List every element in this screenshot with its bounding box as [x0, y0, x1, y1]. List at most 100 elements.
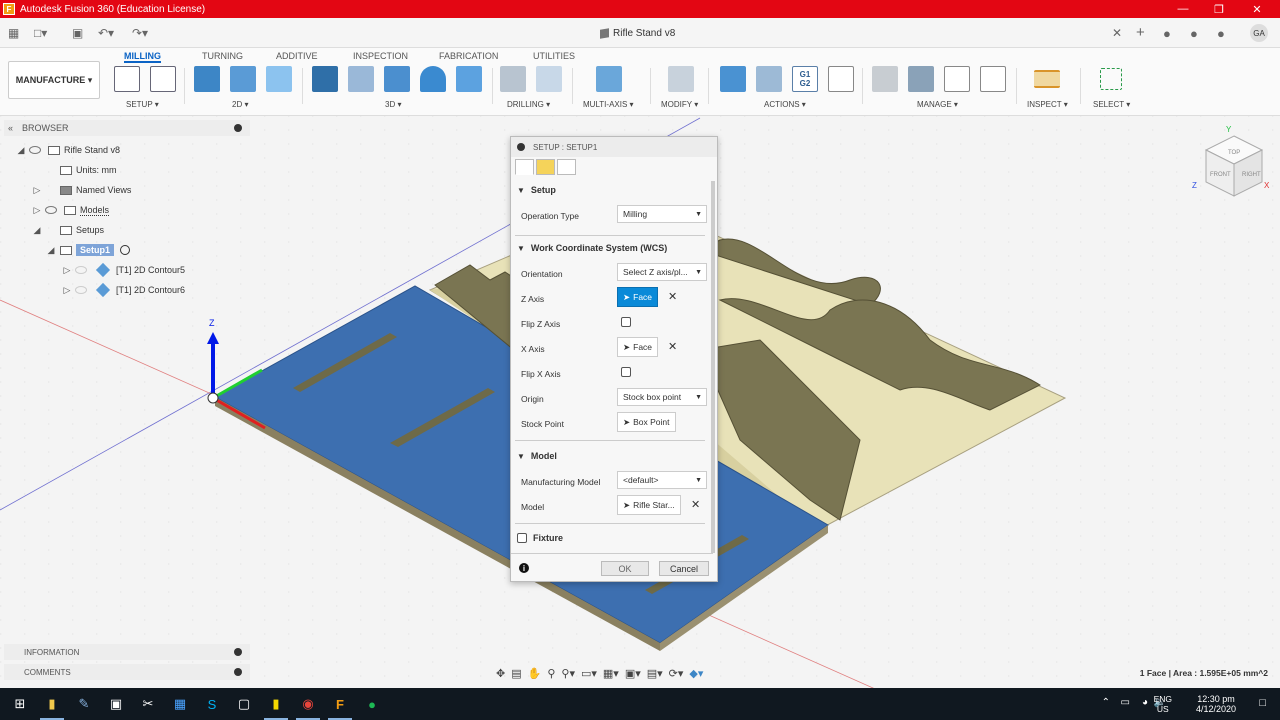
close-window-button[interactable]: ✕	[1240, 0, 1274, 18]
template-library-icon[interactable]	[944, 66, 970, 92]
pan-icon[interactable]: ✋	[528, 667, 542, 680]
expand-icon[interactable]: ▷	[62, 265, 72, 276]
tab-additive[interactable]: ADDITIVE	[276, 49, 318, 63]
dialog-scrollbar[interactable]	[711, 181, 715, 553]
post-process-icon[interactable]: G1 G2	[792, 66, 818, 92]
tree-item-models[interactable]: ▷ Models	[32, 202, 110, 218]
zoom-icon[interactable]: ⚲	[547, 667, 555, 680]
skype-icon[interactable]: S	[198, 692, 226, 716]
section-model[interactable]: ▼ Model	[517, 451, 557, 461]
manufacturing-model-select[interactable]: <default> ▼	[617, 471, 707, 489]
nc-program-icon[interactable]	[150, 66, 176, 92]
face-icon[interactable]	[266, 66, 292, 92]
measure-icon[interactable]	[1034, 70, 1060, 88]
viewcube[interactable]: TOP FRONT RIGHT Y Z X	[1192, 125, 1276, 210]
comments-expand-icon[interactable]	[234, 668, 242, 676]
tab-inspection[interactable]: INSPECTION	[353, 49, 408, 63]
stock-point-selector[interactable]: ➤ Box Point	[617, 412, 676, 432]
expand-icon[interactable]: ▷	[62, 285, 72, 296]
group-modify[interactable]: MODIFY ▾	[661, 100, 698, 109]
viewports-icon[interactable]: ▣▾	[625, 667, 641, 680]
restore-button[interactable]: ❐	[1202, 0, 1236, 18]
setup-tab-icon[interactable]	[515, 159, 534, 175]
dialog-collapse-icon[interactable]	[517, 143, 525, 151]
expand-icon[interactable]: ▷	[32, 205, 42, 216]
setup-folder-icon[interactable]	[114, 66, 140, 92]
visibility-eye-icon[interactable]	[75, 286, 87, 294]
triad-origin[interactable]	[207, 392, 219, 404]
tree-item-contour6[interactable]: ▷ [T1] 2D Contour6	[62, 282, 185, 298]
undo-icon[interactable]: ↶▾	[98, 26, 114, 40]
battery-icon[interactable]: ▭	[1121, 697, 1130, 708]
origin-select[interactable]: Stock box point ▼	[617, 388, 707, 406]
fusion-taskbar-icon[interactable]: F	[326, 692, 354, 720]
activate-setup-icon[interactable]	[120, 245, 131, 255]
tree-item-contour5[interactable]: ▷ [T1] 2D Contour5	[62, 262, 185, 278]
clear-z-axis-button[interactable]: ✕	[668, 290, 677, 303]
job-status-icon[interactable]: ●	[1163, 26, 1171, 41]
information-panel[interactable]: INFORMATION	[4, 644, 250, 660]
visibility-eye-icon[interactable]	[29, 146, 41, 154]
flip-x-checkbox[interactable]	[621, 367, 631, 377]
ok-button[interactable]: OK	[601, 561, 649, 576]
group-3d[interactable]: 3D ▾	[385, 100, 401, 109]
contour-3d-icon[interactable]	[456, 66, 482, 92]
section-fixture[interactable]: Fixture	[517, 533, 563, 543]
start-button-icon[interactable]: ⊞	[6, 692, 34, 716]
fit-icon[interactable]: ⚲▾	[561, 667, 575, 680]
group-select[interactable]: SELECT ▾	[1093, 100, 1130, 109]
2d-pocket-icon[interactable]	[230, 66, 256, 92]
display-settings-icon[interactable]: ▭▾	[581, 667, 597, 680]
group-2d[interactable]: 2D ▾	[232, 100, 248, 109]
redo-icon[interactable]: ↷▾	[132, 26, 148, 40]
visibility-eye-icon[interactable]	[75, 266, 87, 274]
operation-type-select[interactable]: Milling ▼	[617, 205, 707, 223]
group-actions[interactable]: ACTIONS ▾	[764, 100, 806, 109]
spotify-icon[interactable]: ●	[358, 692, 386, 716]
notifications-icon[interactable]: ●	[1190, 26, 1198, 41]
tree-item-named-views[interactable]: ▷ Named Views	[32, 182, 132, 198]
steep-shallow-icon[interactable]	[384, 66, 410, 92]
minimize-button[interactable]: —	[1166, 0, 1200, 18]
tree-item-setups[interactable]: ◢ Setups	[32, 222, 105, 238]
group-setup[interactable]: SETUP ▾	[126, 100, 159, 109]
tray-overflow-icon[interactable]: ⌃	[1102, 697, 1110, 708]
z-axis-face-selector[interactable]: ➤ Face	[617, 287, 659, 307]
grid-settings-icon[interactable]: ▦▾	[603, 667, 619, 680]
stock-tab-icon[interactable]	[536, 159, 555, 175]
simulate-machine-icon[interactable]	[756, 66, 782, 92]
chrome-icon[interactable]: ◉	[294, 692, 322, 720]
help-icon[interactable]: ●	[1217, 26, 1225, 41]
notes-app-icon[interactable]: ✎	[70, 692, 98, 716]
browser-header[interactable]: « BROWSER	[4, 120, 250, 136]
x-axis-face-selector[interactable]: ➤ Face	[617, 337, 659, 357]
windows-store-icon[interactable]: ▢	[230, 692, 258, 716]
group-manage[interactable]: MANAGE ▾	[917, 100, 958, 109]
simulate-icon[interactable]	[720, 66, 746, 92]
wifi-icon[interactable]: ◕	[1142, 697, 1148, 708]
orbit-icon[interactable]: ⟳▾	[669, 667, 684, 680]
photos-icon[interactable]: ▦	[166, 692, 194, 716]
clear-x-axis-button[interactable]: ✕	[668, 340, 677, 353]
input-language-indicator[interactable]: ENG US	[1154, 688, 1172, 720]
post-process-tab-icon[interactable]	[557, 159, 576, 175]
group-multi-axis[interactable]: MULTI-AXIS ▾	[583, 100, 634, 109]
tab-milling[interactable]: MILLING	[124, 49, 161, 63]
orientation-select[interactable]: Select Z axis/pl... ▼	[617, 263, 707, 281]
collapse-icon[interactable]: ◢	[32, 225, 42, 236]
3d-pocket-icon[interactable]	[348, 66, 374, 92]
section-setup[interactable]: ▼ Setup	[517, 185, 556, 195]
workspace-switcher[interactable]: MANUFACTURE ▾	[8, 61, 100, 99]
collapse-browser-icon[interactable]: «	[8, 123, 13, 133]
tree-item-units[interactable]: Units: mm	[56, 162, 117, 178]
sticky-notes-icon[interactable]: ▮	[262, 692, 290, 720]
cancel-button[interactable]: Cancel	[659, 561, 709, 576]
snipping-tool-icon[interactable]: ✂	[134, 692, 162, 716]
environment-icon[interactable]: ◆▾	[689, 667, 703, 680]
group-drilling[interactable]: DRILLING ▾	[507, 100, 550, 109]
tree-item-document[interactable]: ◢ Rifle Stand v8	[16, 142, 121, 158]
collapse-icon[interactable]: ◢	[46, 245, 56, 256]
multi-axis-icon[interactable]	[596, 66, 622, 92]
window-select-icon[interactable]	[1100, 68, 1122, 90]
clear-model-button[interactable]: ✕	[691, 498, 700, 511]
